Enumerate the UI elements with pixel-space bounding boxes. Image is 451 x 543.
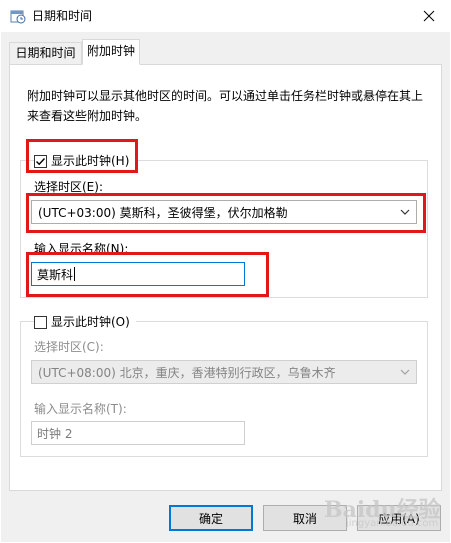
clock2-name-value: 时钟 2: [37, 426, 73, 441]
close-button[interactable]: [406, 0, 451, 32]
tab-additional-clocks[interactable]: 附加时钟: [82, 39, 140, 65]
tab-date-and-time[interactable]: 日期和时间: [9, 42, 82, 64]
window-title: 日期和时间: [32, 9, 93, 23]
cancel-button[interactable]: 取消: [263, 505, 347, 531]
checkbox-unchecked-icon: [34, 315, 47, 329]
clock2-timezone-value: (UTC+08:00) 北京，重庆，香港特别行政区，乌鲁木齐: [38, 365, 336, 380]
description-text: 附加时钟可以显示其他时区的时间。可以通过单击任务栏时钟或悬停在其上来查看这些附加…: [27, 89, 424, 123]
ok-button[interactable]: 确定: [169, 505, 253, 531]
clock2-timezone-label: 选择时区(C):: [34, 340, 104, 354]
highlight-box-checkbox: [26, 139, 138, 173]
clock2-show-label: 显示此时钟(O): [51, 315, 130, 329]
clock2-name-label: 输入显示名称(T):: [34, 402, 127, 416]
clock2-name-input: 时钟 2: [31, 421, 245, 445]
highlight-box-timezone: [26, 193, 426, 233]
clock2-show-checkbox[interactable]: 显示此时钟(O): [34, 314, 136, 330]
close-icon: [423, 10, 434, 22]
clock-app-icon: [10, 8, 26, 24]
highlight-box-name: [26, 252, 269, 297]
chevron-down-icon: [400, 369, 410, 375]
clock2-timezone-select: (UTC+08:00) 北京，重庆，香港特别行政区，乌鲁木齐: [31, 360, 417, 384]
clock1-timezone-label: 选择时区(E):: [34, 180, 103, 194]
apply-button[interactable]: 应用(A): [357, 505, 441, 531]
